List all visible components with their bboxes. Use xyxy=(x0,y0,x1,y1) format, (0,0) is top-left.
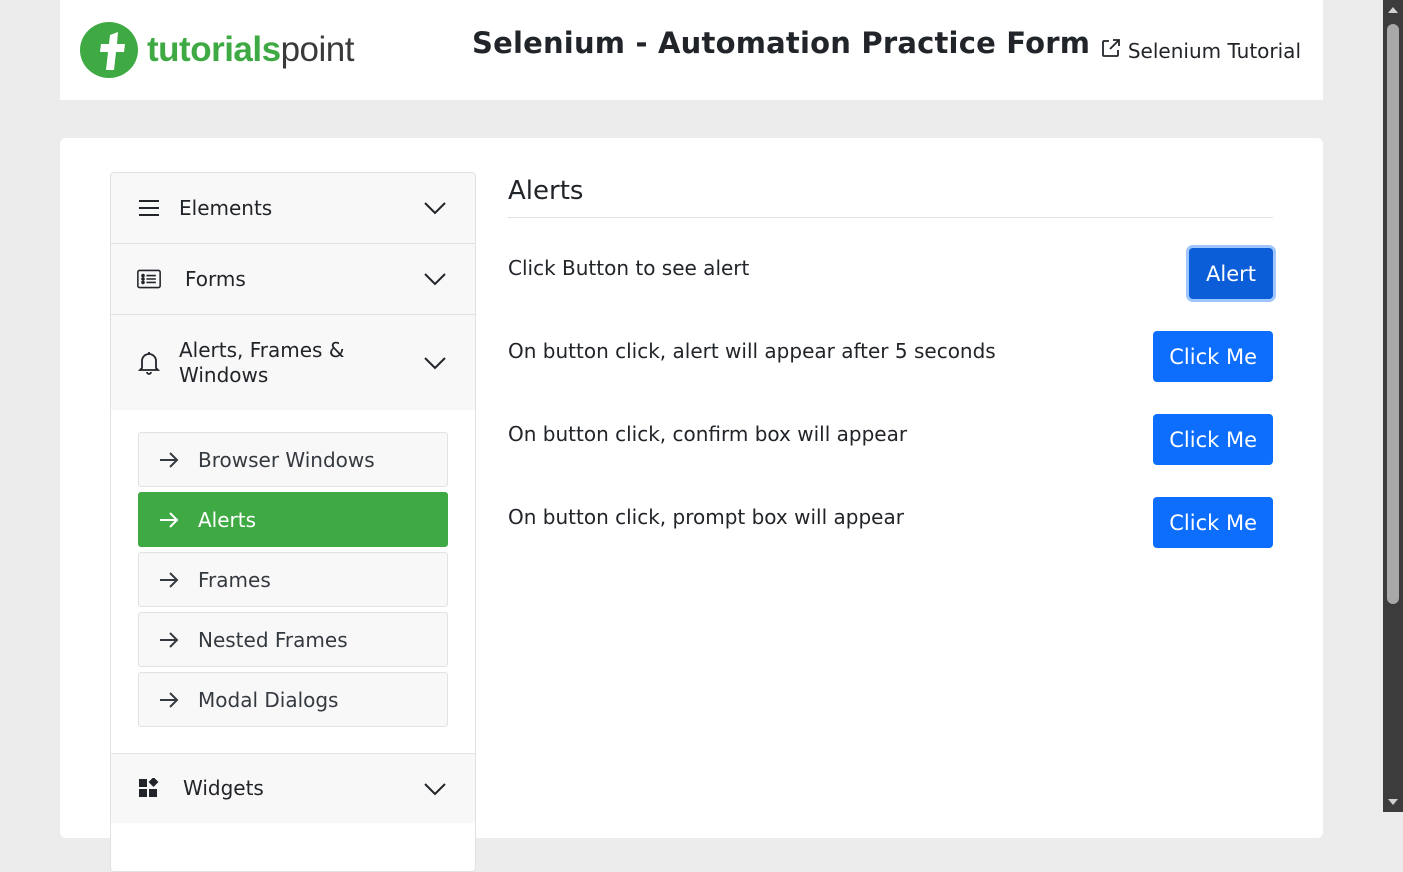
bell-icon xyxy=(137,351,161,375)
confirm-button[interactable]: Click Me xyxy=(1153,414,1273,465)
arrow-right-icon xyxy=(160,571,179,588)
submenu-item-nested-frames[interactable]: Nested Frames xyxy=(138,612,448,667)
submenu-item-label: Modal Dialogs xyxy=(198,687,339,712)
vertical-scrollbar[interactable] xyxy=(1383,0,1403,812)
logo-text-bold: tutorials xyxy=(147,30,281,69)
alert-row-text: Click Button to see alert xyxy=(508,256,750,280)
scroll-up-arrow-icon[interactable] xyxy=(1388,7,1398,13)
submenu-item-label: Nested Frames xyxy=(198,627,348,652)
arrow-right-icon xyxy=(160,451,179,468)
confirm-row: On button click, confirm box will appear… xyxy=(508,414,1273,497)
hamburger-menu-icon xyxy=(137,196,161,220)
accordion-widgets[interactable]: Widgets xyxy=(111,753,475,823)
section-title: Alerts xyxy=(508,172,1273,218)
selenium-tutorial-label: Selenium Tutorial xyxy=(1127,38,1301,63)
tutorialspoint-logo[interactable]: tutorialspoint xyxy=(80,22,354,78)
tutorialspoint-logo-mark xyxy=(80,22,138,78)
chevron-down-icon xyxy=(423,781,447,801)
arrow-right-icon xyxy=(160,511,179,528)
accordion-forms-label: Forms xyxy=(185,266,246,291)
submenu-item-label: Browser Windows xyxy=(198,447,375,472)
accordion-forms[interactable]: Forms xyxy=(111,244,475,315)
alerts-frames-windows-submenu: Browser Windows Alerts Frames Nested Fra… xyxy=(111,410,475,753)
logo-text: tutorialspoint xyxy=(147,30,354,70)
submenu-item-label: Frames xyxy=(198,567,271,592)
accordion-widgets-label: Widgets xyxy=(183,776,264,800)
prompt-row: On button click, prompt box will appear … xyxy=(508,497,1273,580)
arrow-right-icon xyxy=(160,631,179,648)
confirm-row-text: On button click, confirm box will appear xyxy=(508,422,908,446)
page-header: tutorialspoint Selenium - Automation Pra… xyxy=(60,0,1323,100)
alert-button[interactable]: Alert xyxy=(1189,248,1273,299)
submenu-item-modal-dialogs[interactable]: Modal Dialogs xyxy=(138,672,448,727)
submenu-item-label: Alerts xyxy=(198,507,257,532)
submenu-item-browser-windows[interactable]: Browser Windows xyxy=(138,432,448,487)
submenu-item-alerts[interactable]: Alerts xyxy=(138,492,448,547)
scroll-down-arrow-icon[interactable] xyxy=(1388,799,1398,805)
alerts-content: Alerts Click Button to see alert Alert O… xyxy=(508,172,1273,580)
logo-text-light: point xyxy=(280,30,355,69)
accordion-alerts-frames-windows-label: Alerts, Frames & Windows xyxy=(179,337,345,387)
main-card: Elements Forms Alerts, Frames & Windows … xyxy=(60,138,1323,872)
page-title: Selenium - Automation Practice Form xyxy=(472,26,1091,60)
accordion-elements[interactable]: Elements xyxy=(111,173,475,244)
arrow-right-icon xyxy=(160,691,179,708)
prompt-button[interactable]: Click Me xyxy=(1153,497,1273,548)
selenium-tutorial-link[interactable]: Selenium Tutorial xyxy=(1100,37,1301,64)
accordion-alerts-frames-windows[interactable]: Alerts, Frames & Windows xyxy=(111,315,475,410)
chevron-down-icon xyxy=(423,200,447,220)
timer-alert-button[interactable]: Click Me xyxy=(1153,331,1273,382)
timer-alert-row-text: On button click, alert will appear after… xyxy=(508,339,996,363)
accordion-elements-label: Elements xyxy=(179,195,273,220)
widgets-grid-icon xyxy=(137,777,161,801)
external-link-icon xyxy=(1100,37,1128,64)
list-form-icon xyxy=(137,267,161,291)
chevron-down-icon xyxy=(423,355,447,375)
prompt-row-text: On button click, prompt box will appear xyxy=(508,505,904,529)
timer-alert-row: On button click, alert will appear after… xyxy=(508,331,1273,414)
chevron-down-icon xyxy=(423,271,447,291)
submenu-item-frames[interactable]: Frames xyxy=(138,552,448,607)
alert-row: Click Button to see alert Alert xyxy=(508,248,1273,331)
scrollbar-thumb[interactable] xyxy=(1387,24,1399,604)
sidebar-accordion: Elements Forms Alerts, Frames & Windows … xyxy=(110,172,476,872)
